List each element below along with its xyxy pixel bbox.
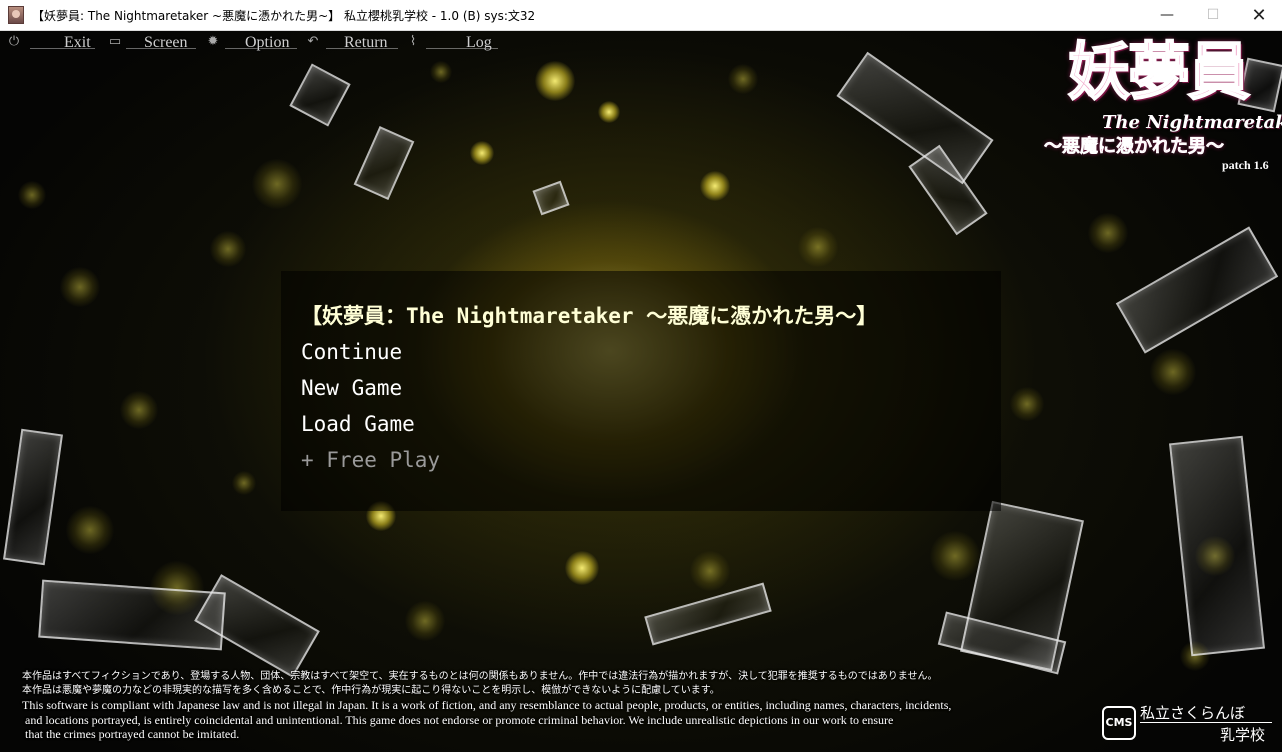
glass-shard (1115, 226, 1279, 354)
background-orb (1150, 349, 1196, 395)
background-orb (430, 61, 452, 83)
background-orb (252, 159, 302, 209)
glass-shard (644, 582, 772, 646)
load-game-button[interactable]: Load Game (301, 412, 415, 436)
background-orb (470, 141, 494, 165)
return-arrow-icon: ↶ (307, 34, 319, 49)
logo-subtitle: 〜悪魔に憑かれた男〜 (1044, 136, 1225, 158)
screen-button[interactable]: Screen (144, 34, 188, 52)
logo-title-kanji: 妖夢員 (1067, 35, 1251, 109)
close-button[interactable]: ✕ (1236, 0, 1282, 30)
disclaimer-en-line: This software is compliant with Japanese… (22, 698, 952, 712)
disclaimer-jp-line: 本作品は悪魔や夢魔の力などの非現実的な描写を多く含めることで、作中行為が現実に起… (22, 685, 720, 696)
studio-mark-icon: CMS (1102, 706, 1136, 740)
background-orb (210, 231, 246, 267)
quick-menu-bar: ⏻ Exit ▭ Screen ✹ Option ↶ Return ⌇ Log (0, 31, 520, 55)
game-logo: 妖夢員 The Nightmaretaker 〜悪魔に憑かれた男〜 patch … (1040, 35, 1282, 176)
studio-name-sub: 乳学校 (1220, 726, 1266, 744)
monitor-icon: ▭ (108, 34, 122, 49)
background-orb (120, 391, 158, 429)
background-orb (60, 267, 100, 307)
patch-version: patch 1.6 (1222, 158, 1269, 172)
background-orb (405, 601, 445, 641)
exit-button[interactable]: Exit (64, 34, 91, 52)
disclaimer-en-line: that the crimes portrayed cannot be imit… (22, 727, 240, 741)
background-orb (1010, 387, 1044, 421)
glass-shard (194, 574, 320, 678)
menu-game-title: 【妖夢員：The Nightmaretaker 〜悪魔に憑かれた男〜】 (301, 304, 878, 328)
studio-name: 私立さくらんぼ (1140, 704, 1246, 722)
power-icon: ⏻ (8, 34, 20, 49)
minimize-button[interactable]: — (1144, 0, 1190, 30)
background-orb (690, 551, 730, 591)
glass-shard (532, 180, 570, 216)
glass-shard (1169, 435, 1265, 657)
glass-shard (289, 63, 351, 127)
return-button[interactable]: Return (344, 34, 388, 52)
window-title: 【妖夢員: The Nightmaretaker ~悪魔に憑かれた男~】 私立櫻… (32, 9, 536, 23)
glass-shard (353, 126, 415, 200)
studio-logo: CMS 私立さくらんぼ 乳学校 (1102, 702, 1274, 748)
background-orb (18, 181, 46, 209)
new-game-button[interactable]: New Game (301, 376, 402, 400)
legal-disclaimer: 本作品はすべてフィクションであり、登場する人物、団体、宗教はすべて架空て、実在す… (22, 670, 1102, 742)
background-orb (232, 471, 256, 495)
background-orb (66, 506, 114, 554)
background-orb (565, 551, 599, 585)
logo-title-english: The Nightmaretaker (1102, 112, 1282, 133)
continue-button[interactable]: Continue (301, 340, 402, 364)
free-play-button[interactable]: + Free Play (301, 448, 440, 472)
main-menu-panel: 【妖夢員：The Nightmaretaker 〜悪魔に憑かれた男〜】 Cont… (281, 271, 1001, 511)
gear-icon: ✹ (207, 34, 219, 49)
game-window: 【妖夢員: The Nightmaretaker ~悪魔に憑かれた男~】 私立櫻… (0, 0, 1282, 752)
background-orb (798, 227, 838, 267)
background-orb (598, 101, 620, 123)
paperclip-icon: ⌇ (409, 34, 417, 49)
disclaimer-jp-line: 本作品はすべてフィクションであり、登場する人物、団体、宗教はすべて架空て、実在す… (22, 671, 938, 682)
background-orb (728, 64, 758, 94)
background-orb (930, 531, 980, 581)
disclaimer-en-line: and locations portrayed, is entirely coi… (22, 712, 894, 727)
glass-shard (3, 428, 63, 566)
window-titlebar[interactable]: 【妖夢員: The Nightmaretaker ~悪魔に憑かれた男~】 私立櫻… (0, 0, 1282, 31)
background-orb (700, 171, 730, 201)
log-button[interactable]: Log (466, 34, 492, 52)
background-orb (1088, 213, 1128, 253)
maximize-button[interactable]: ☐ (1190, 0, 1236, 30)
background-orb (535, 61, 575, 101)
studio-divider (1140, 722, 1272, 723)
option-button[interactable]: Option (245, 34, 289, 52)
app-icon (8, 6, 24, 24)
